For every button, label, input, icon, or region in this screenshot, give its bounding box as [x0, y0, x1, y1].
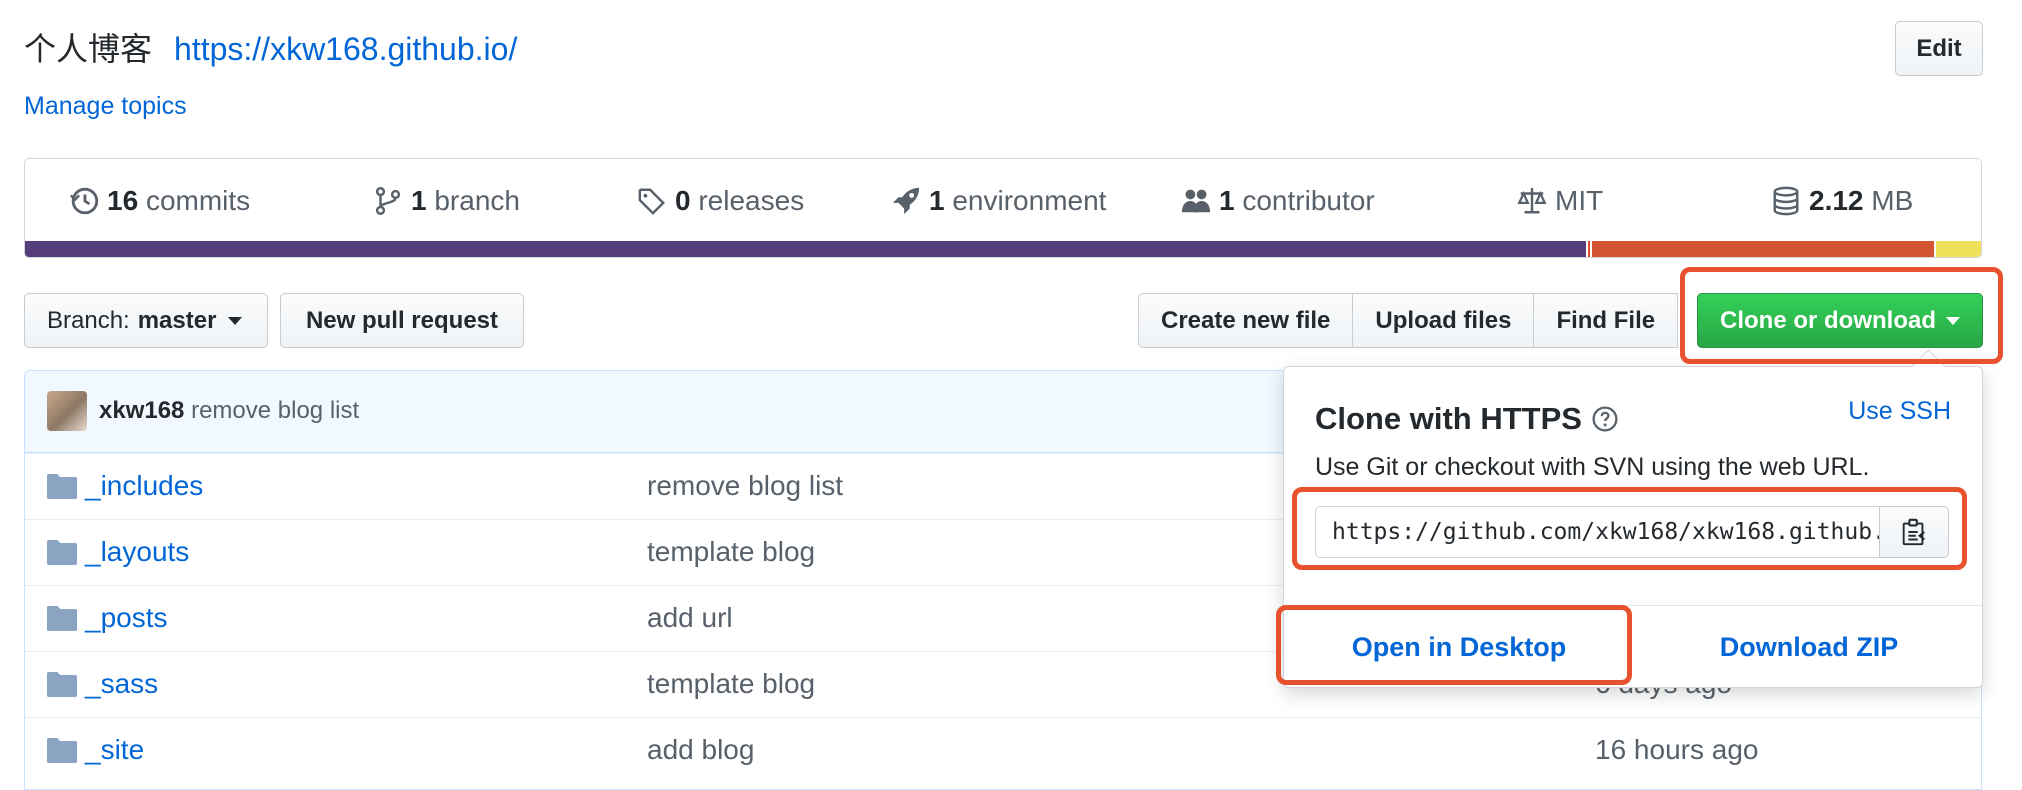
file-commit-message[interactable]: add url	[647, 602, 733, 634]
find-file-button[interactable]: Find File	[1533, 293, 1679, 348]
file-commit-message[interactable]: template blog	[647, 668, 815, 700]
caret-down-icon	[228, 316, 243, 325]
file-name-link[interactable]: _layouts	[85, 536, 189, 568]
people-icon	[1181, 189, 1211, 213]
description-text: 个人博客	[24, 31, 153, 67]
law-icon	[1517, 187, 1547, 214]
repo-description: 个人博客 https://xkw168.github.io/	[24, 24, 517, 70]
branch-prefix: Branch:	[47, 306, 130, 334]
branch-stat[interactable]: 1 branch	[373, 185, 520, 217]
table-row: _site add blog 16 hours ago	[25, 717, 1981, 783]
latest-commit-text: xkw168 remove blog list	[99, 397, 359, 425]
history-icon	[69, 187, 99, 215]
size-stat: 2.12 MB	[1771, 185, 1913, 217]
contributor-stat[interactable]: 1 contributor	[1181, 185, 1375, 217]
clone-title-text: Clone with HTTPS	[1315, 401, 1582, 436]
file-name-link[interactable]: _site	[85, 734, 144, 766]
branch-select-button[interactable]: Branch: master	[24, 293, 268, 348]
language-segment[interactable]	[1589, 241, 1935, 257]
clone-subtitle: Use Git or checkout with SVN using the w…	[1315, 453, 1870, 481]
tag-icon	[638, 188, 665, 215]
highlight-open-desktop	[1276, 605, 1632, 685]
environment-label: environment	[952, 185, 1107, 216]
numbers-summary: 16 commits 1 branch 0 releases 1 environ…	[25, 159, 1981, 242]
commits-label: commits	[145, 185, 251, 216]
folder-icon	[47, 606, 77, 631]
use-ssh-link[interactable]: Use SSH	[1848, 397, 1951, 426]
folder-icon	[47, 540, 77, 565]
folder-icon	[47, 672, 77, 697]
branch-count: 1	[411, 185, 427, 216]
license-label: MIT	[1555, 185, 1604, 216]
clone-title: Clone with HTTPS	[1315, 401, 1618, 437]
folder-icon	[47, 474, 77, 499]
releases-count: 0	[675, 185, 691, 216]
commit-author[interactable]: xkw168	[99, 397, 184, 424]
contributor-count: 1	[1219, 185, 1235, 216]
file-name-link[interactable]: _posts	[85, 602, 168, 634]
environment-count: 1	[929, 185, 945, 216]
commit-message[interactable]: remove blog list	[191, 397, 359, 424]
file-commit-message[interactable]: template blog	[647, 536, 815, 568]
download-zip-button[interactable]: Download ZIP	[1634, 605, 1984, 689]
file-commit-message[interactable]: add blog	[647, 734, 754, 766]
releases-label: releases	[698, 185, 805, 216]
environment-stat[interactable]: 1 environment	[891, 185, 1106, 217]
new-pull-request-button[interactable]: New pull request	[280, 293, 524, 348]
language-segment[interactable]	[1934, 241, 1981, 257]
size-unit: MB	[1871, 185, 1914, 216]
commits-stat[interactable]: 16 commits	[69, 185, 250, 217]
manage-topics-link[interactable]: Manage topics	[24, 92, 187, 121]
file-commit-message[interactable]: remove blog list	[647, 470, 843, 502]
highlight-clone-button	[1680, 267, 2003, 364]
question-icon[interactable]	[1592, 406, 1618, 432]
language-bar[interactable]	[25, 241, 1981, 257]
commits-count: 16	[107, 185, 139, 216]
releases-stat[interactable]: 0 releases	[637, 185, 804, 217]
license-stat[interactable]: MIT	[1517, 185, 1603, 217]
branch-name: master	[137, 306, 217, 334]
file-name-link[interactable]: _includes	[85, 470, 203, 502]
rocket-icon	[892, 187, 920, 215]
file-name-link[interactable]: _sass	[85, 668, 158, 700]
size-value: 2.12	[1809, 185, 1864, 216]
upload-files-button[interactable]: Upload files	[1352, 293, 1535, 348]
highlight-clone-url	[1292, 487, 1967, 570]
file-actions-group: Create new file Upload files Find File	[1138, 293, 1679, 348]
create-new-file-button[interactable]: Create new file	[1138, 293, 1354, 348]
database-icon	[1773, 186, 1799, 216]
repo-summary: 16 commits 1 branch 0 releases 1 environ…	[24, 158, 1982, 258]
website-link[interactable]: https://xkw168.github.io/	[174, 31, 517, 67]
file-age: 16 hours ago	[1595, 734, 1759, 765]
folder-icon	[47, 738, 77, 763]
language-segment[interactable]	[25, 241, 1586, 257]
git-branch-icon	[375, 187, 401, 215]
edit-button[interactable]: Edit	[1895, 21, 1983, 76]
branch-label: branch	[434, 185, 520, 216]
contributor-label: contributor	[1242, 185, 1375, 216]
avatar[interactable]	[47, 391, 87, 431]
